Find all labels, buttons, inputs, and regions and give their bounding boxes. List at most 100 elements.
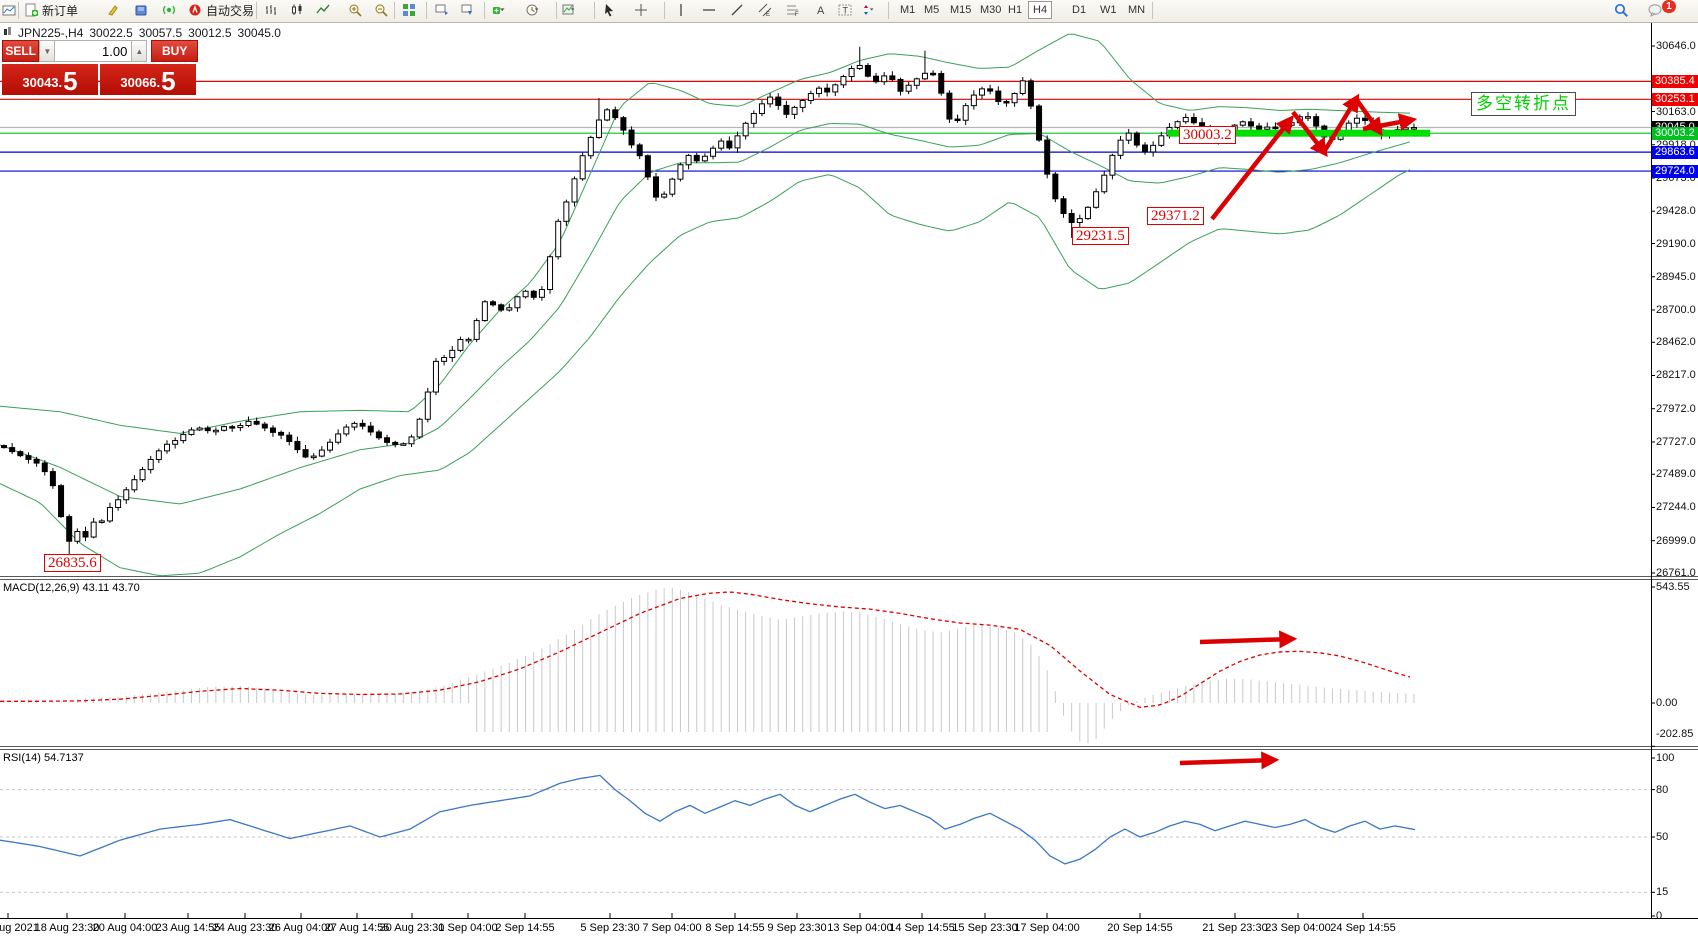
toolbar-separator — [888, 2, 889, 19]
channel-icon[interactable]: E — [756, 1, 775, 20]
rsi-axis-tick: 15 — [1656, 886, 1698, 898]
price-level-badge: 30385.4 — [1652, 75, 1698, 88]
horizontal-line-icon[interactable] — [700, 1, 719, 20]
line-chart-type-icon[interactable] — [314, 1, 333, 20]
auto-trading-button-label: 自动交易 — [206, 2, 254, 19]
toolbar-separator — [18, 2, 19, 19]
fibonacci-icon[interactable]: F — [784, 1, 803, 20]
price-axis-tick: 27489.0 — [1656, 468, 1698, 480]
timeframe-button-h4[interactable]: H4 — [1028, 1, 1052, 19]
svg-text:F: F — [795, 12, 799, 18]
price-axis-ticks — [8, 46, 1655, 918]
time-axis-label: 8 Sep 14:55 — [705, 922, 764, 934]
rsi-indicator-label: RSI(14) 54.7137 — [3, 752, 84, 764]
volume-increase-button[interactable]: ▲ — [131, 40, 147, 62]
tile-windows-icon[interactable] — [400, 1, 419, 20]
chat-unread-badge: 1 — [1662, 0, 1676, 13]
ohlc-high: 30057.5 — [139, 26, 182, 40]
price-callout[interactable]: 29371.2 — [1147, 207, 1204, 225]
time-axis-label: 23 Aug 14:55 — [156, 922, 221, 934]
candles — [2, 47, 1417, 563]
zoom-in-icon[interactable] — [346, 1, 365, 20]
auto-trading-button[interactable]: 自动交易 — [186, 1, 256, 20]
bar-chart-type-icon[interactable] — [262, 1, 281, 20]
price-level-badge: 29863.6 — [1652, 146, 1698, 159]
pane-frames — [0, 22, 1698, 919]
rsi-axis-tick: 100 — [1656, 752, 1698, 764]
crosshair-icon[interactable] — [632, 1, 651, 20]
macd-axis-tick: 543.55 — [1656, 581, 1698, 593]
svg-text:T: T — [843, 6, 849, 16]
styler-icon[interactable] — [104, 1, 123, 20]
macd-histogram — [4, 588, 1414, 743]
toolbar-separator — [664, 2, 665, 19]
ohlc-close: 30045.0 — [238, 26, 281, 40]
toolbar-separator — [1152, 2, 1153, 19]
templates-icon[interactable] — [560, 1, 579, 20]
buy-price-tile[interactable]: 30066. 5 — [100, 64, 196, 95]
timeframe-button-w1[interactable]: W1 — [1096, 2, 1121, 18]
new-order-button[interactable]: 新订单 — [22, 1, 80, 20]
price-axis-tick: 29428.0 — [1656, 205, 1698, 217]
signals-icon[interactable] — [160, 1, 179, 20]
price-callout[interactable]: 26835.6 — [44, 554, 101, 572]
sell-price-tile[interactable]: 30043. 5 — [2, 64, 98, 95]
turning-point-annotation[interactable]: 多空转折点 — [1471, 92, 1576, 116]
volume-decrease-button[interactable]: ▼ — [39, 40, 55, 62]
time-axis-label: 20 Sep 14:55 — [1107, 922, 1172, 934]
text-label-icon[interactable]: T — [836, 1, 855, 20]
ohlc-open: 30022.5 — [89, 26, 132, 40]
time-axis-label: 14 Sep 14:55 — [889, 922, 954, 934]
timeframe-button-m30[interactable]: M30 — [976, 2, 1005, 18]
time-axis-label: 24 Sep 14:55 — [1330, 922, 1395, 934]
volume-input[interactable] — [55, 40, 131, 62]
sell-button[interactable]: SELL — [2, 40, 39, 62]
toolbar-separator — [556, 2, 557, 19]
time-axis-label: 17 Aug 2021 — [0, 922, 39, 934]
time-axis-label: 23 Sep 04:00 — [1265, 922, 1330, 934]
rsi-axis-tick: 50 — [1656, 831, 1698, 843]
symbol-info-bar: JPN225-,H4 30022.5 30057.5 30012.5 30045… — [3, 26, 281, 40]
chart-window-icon[interactable] — [0, 1, 19, 20]
timeframe-button-d1[interactable]: D1 — [1068, 2, 1090, 18]
price-level-badge: 30253.1 — [1652, 93, 1698, 106]
rsi-line — [0, 775, 1415, 864]
zoom-out-icon[interactable] — [372, 1, 391, 20]
candle-chart-type-icon[interactable] — [288, 1, 307, 20]
trendline-icon[interactable] — [728, 1, 747, 20]
trend-arrows[interactable] — [1180, 99, 1411, 763]
price-axis-tick: 27244.0 — [1656, 501, 1698, 513]
price-axis-tick: 27972.0 — [1656, 403, 1698, 415]
buy-price-big-digit: 5 — [161, 68, 175, 94]
price-axis-tick: 30646.0 — [1656, 40, 1698, 52]
price-callout[interactable]: 29231.5 — [1072, 227, 1129, 245]
price-callout[interactable]: 30003.2 — [1179, 126, 1236, 144]
timeframe-button-h1[interactable]: H1 — [1004, 2, 1026, 18]
text-icon[interactable]: A — [812, 1, 831, 20]
symbol-name: JPN225-,H4 — [18, 26, 83, 40]
arrange-up-icon[interactable] — [432, 1, 451, 20]
price-axis-tick: 26999.0 — [1656, 535, 1698, 547]
arrange-down-icon[interactable] — [458, 1, 477, 20]
timeframe-button-m1[interactable]: M1 — [896, 2, 919, 18]
one-click-trading-widget: SELL ▼ ▲ BUY 30043. 5 30066. 5 — [2, 40, 198, 95]
timeframe-button-m5[interactable]: M5 — [920, 2, 943, 18]
cursor-icon[interactable] — [600, 1, 619, 20]
timeframe-button-m15[interactable]: M15 — [946, 2, 975, 18]
price-axis-tick: 28217.0 — [1656, 369, 1698, 381]
arrows-shapes-icon[interactable] — [860, 1, 879, 20]
buy-price-main: 30066. — [120, 72, 160, 94]
add-indicator-icon[interactable] — [490, 1, 509, 20]
rsi-axis-tick: 0 — [1656, 910, 1698, 922]
time-axis-label: 7 Sep 04:00 — [642, 922, 701, 934]
vertical-line-icon[interactable] — [672, 1, 691, 20]
depth-of-market-icon[interactable] — [132, 1, 151, 20]
search-icon[interactable] — [1612, 1, 1631, 20]
period-clock-icon[interactable] — [524, 1, 543, 20]
rsi-axis-tick: 80 — [1656, 784, 1698, 796]
time-axis-label: 20 Aug 04:00 — [93, 922, 158, 934]
buy-button[interactable]: BUY — [151, 40, 198, 62]
toolbar-separator — [426, 2, 427, 19]
mt4-window: 新订单 自动交易 E F A T M1M5M15M30H1H4 D1 W1MN 1 JPN225-… — [0, 0, 1698, 937]
timeframe-button-mn[interactable]: MN — [1124, 2, 1149, 18]
